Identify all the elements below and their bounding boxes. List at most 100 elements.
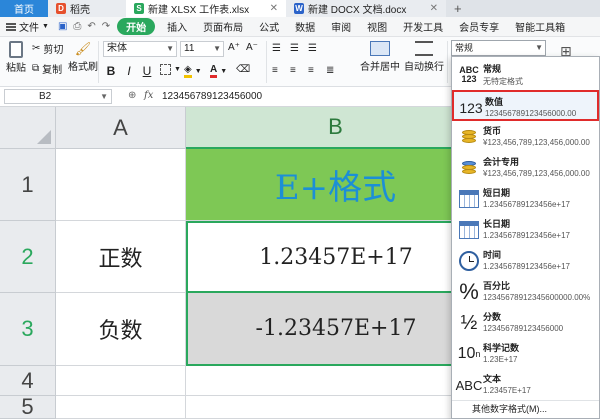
format-text[interactable]: ABC 文本 1.23457E+17 [452, 369, 599, 400]
wrap-text-button[interactable]: 自动换行 [404, 41, 444, 73]
underline-button[interactable]: U [140, 64, 154, 78]
format-general-example: 无特定格式 [483, 77, 523, 86]
cell-a4[interactable] [56, 366, 186, 396]
zoom-icon[interactable]: ⊕ [128, 90, 136, 101]
file-menu[interactable]: 文件 ▼ [0, 19, 55, 34]
format-number[interactable]: 123 数值 123456789123456000.00 [452, 90, 599, 121]
row-header-1[interactable]: 1 [0, 149, 56, 221]
cell-b3-text: -1.23457E+17 [255, 316, 417, 341]
cell-a5[interactable] [56, 396, 186, 419]
scientific-icon: 10 n [457, 345, 481, 362]
row-header-3[interactable]: 3 [0, 293, 56, 366]
font-size-select[interactable]: 11 ▼ [180, 41, 224, 57]
tab-page-layout[interactable]: 页面布局 [195, 19, 251, 34]
copy-button[interactable]: ⧉ 复制 [32, 61, 62, 76]
column-header-a[interactable]: A [56, 107, 186, 149]
tab-docx[interactable]: W 新建 DOCX 文档.docx ✕ [286, 0, 446, 17]
print-icon[interactable]: ⎙ [70, 21, 84, 32]
cell-a3[interactable]: 负数 [56, 293, 186, 366]
align-middle-button[interactable]: ☰ [290, 43, 299, 54]
font-grow-button[interactable]: A⁺ [228, 42, 240, 53]
formula-input[interactable]: 123456789123456000 [162, 91, 262, 102]
align-bottom-icon: ☰ [308, 43, 317, 54]
format-percent[interactable]: % 百分比 12345678912345600000.00% [452, 276, 599, 307]
select-all-corner[interactable] [0, 107, 56, 149]
cell-b2[interactable]: 1.23457E+17 [186, 221, 486, 293]
cell-a1[interactable] [56, 149, 186, 221]
short-date-calendar-icon [456, 187, 482, 211]
format-accounting[interactable]: 会计专用 ¥123,456,789,123,456,000.00 [452, 152, 599, 183]
more-number-formats[interactable]: 其他数字格式(M)... [452, 400, 599, 418]
format-accounting-name: 会计专用 [483, 157, 520, 167]
divider [98, 41, 99, 83]
font-name-select[interactable]: 宋体 ▼ [103, 41, 177, 57]
fill-color-button[interactable]: ◈ ▼ [184, 64, 202, 78]
daoke-icon: D [56, 3, 66, 14]
bold-button[interactable]: B [104, 64, 118, 78]
tab-review[interactable]: 审阅 [323, 19, 359, 34]
font-color-button[interactable]: A ▼ [210, 64, 227, 78]
tab-start[interactable]: 开始 [117, 18, 156, 35]
row-header-4[interactable]: 4 [0, 366, 56, 396]
clear-format-button[interactable]: ⌫ [236, 64, 250, 75]
abc-123-icon: ABC 123 [459, 65, 479, 84]
close-icon[interactable]: ✕ [270, 3, 278, 14]
tab-daoke[interactable]: D 稻壳 [48, 0, 126, 17]
align-right-button[interactable]: ≡ [308, 65, 314, 76]
format-scientific[interactable]: 10 n 科学记数 1.23E+17 [452, 338, 599, 369]
tab-formulas[interactable]: 公式 [251, 19, 287, 34]
format-currency[interactable]: 货币 ¥123,456,789,123,456,000.00 [452, 121, 599, 152]
column-header-b[interactable]: B [186, 107, 486, 149]
merge-center-button[interactable]: 合并居中 [360, 41, 400, 73]
row-header-2[interactable]: 2 [0, 221, 56, 293]
new-tab-button[interactable]: + [446, 0, 470, 17]
format-fraction[interactable]: ½ 分数 123456789123456000 [452, 307, 599, 338]
save-icon[interactable]: ▣ [55, 21, 70, 32]
cut-button[interactable]: ✂ 剪切 [32, 41, 63, 56]
justify-button[interactable]: ≣ [326, 65, 334, 76]
row-3-label: 3 [21, 316, 34, 341]
cell-b3[interactable]: -1.23457E+17 [186, 293, 486, 366]
tab-data[interactable]: 数据 [287, 19, 323, 34]
justify-icon: ≣ [326, 65, 335, 76]
close-icon[interactable]: ✕ [430, 3, 438, 14]
align-center-button[interactable]: ≡ [290, 65, 296, 76]
chevron-down-icon: ▼ [535, 43, 543, 52]
row-2-label: 2 [21, 243, 34, 269]
more-number-formats-label: 其他数字格式(M)... [472, 404, 547, 414]
align-left-button[interactable]: ≡ [272, 65, 278, 76]
font-shrink-button[interactable]: A⁻ [246, 42, 258, 53]
align-bottom-button[interactable]: ☰ [308, 43, 317, 54]
tab-home[interactable]: 首页 [0, 0, 48, 17]
format-painter-button[interactable]: 🖌 格式刷 [68, 41, 98, 73]
cell-b1[interactable]: E+格式 [186, 149, 486, 221]
number-format-select[interactable]: 常规 ▼ [451, 40, 546, 56]
format-long-date[interactable]: 长日期 1.23456789123456e+17 [452, 214, 599, 245]
align-top-button[interactable]: ☰ [272, 43, 281, 54]
cell-b4[interactable] [186, 366, 486, 396]
format-short-date[interactable]: 短日期 1.23456789123456e+17 [452, 183, 599, 214]
redo-icon[interactable]: ↷ [99, 21, 113, 32]
undo-icon[interactable]: ↶ [84, 21, 98, 32]
paste-button[interactable]: 粘贴 [6, 41, 26, 74]
document-file-icon: W [294, 3, 304, 14]
cell-a2[interactable]: 正数 [56, 221, 186, 293]
border-button[interactable]: ▼ [160, 64, 181, 75]
tab-insert[interactable]: 插入 [159, 19, 195, 34]
format-time[interactable]: 时间 1.23456789123456e+17 [452, 245, 599, 276]
tab-member[interactable]: 会员专享 [451, 19, 507, 34]
tab-daoke-label: 稻壳 [70, 5, 90, 16]
chevron-down-icon: ▼ [213, 44, 221, 53]
cell-b5[interactable] [186, 396, 486, 419]
tab-developer[interactable]: 开发工具 [395, 19, 451, 34]
tab-smart-tools[interactable]: 智能工具箱 [507, 19, 573, 34]
tab-xlsx[interactable]: S 新建 XLSX 工作表.xlsx ✕ [126, 0, 286, 17]
clock-icon [456, 249, 482, 273]
spreadsheet-file-icon: S [134, 3, 144, 14]
italic-button[interactable]: I [122, 64, 136, 78]
fx-icon[interactable]: fx [144, 90, 153, 101]
row-header-5[interactable]: 5 [0, 394, 56, 419]
name-box[interactable]: B2 ▼ [4, 89, 112, 104]
format-general[interactable]: ABC 123 常规 无特定格式 [452, 59, 599, 90]
tab-view[interactable]: 视图 [359, 19, 395, 34]
